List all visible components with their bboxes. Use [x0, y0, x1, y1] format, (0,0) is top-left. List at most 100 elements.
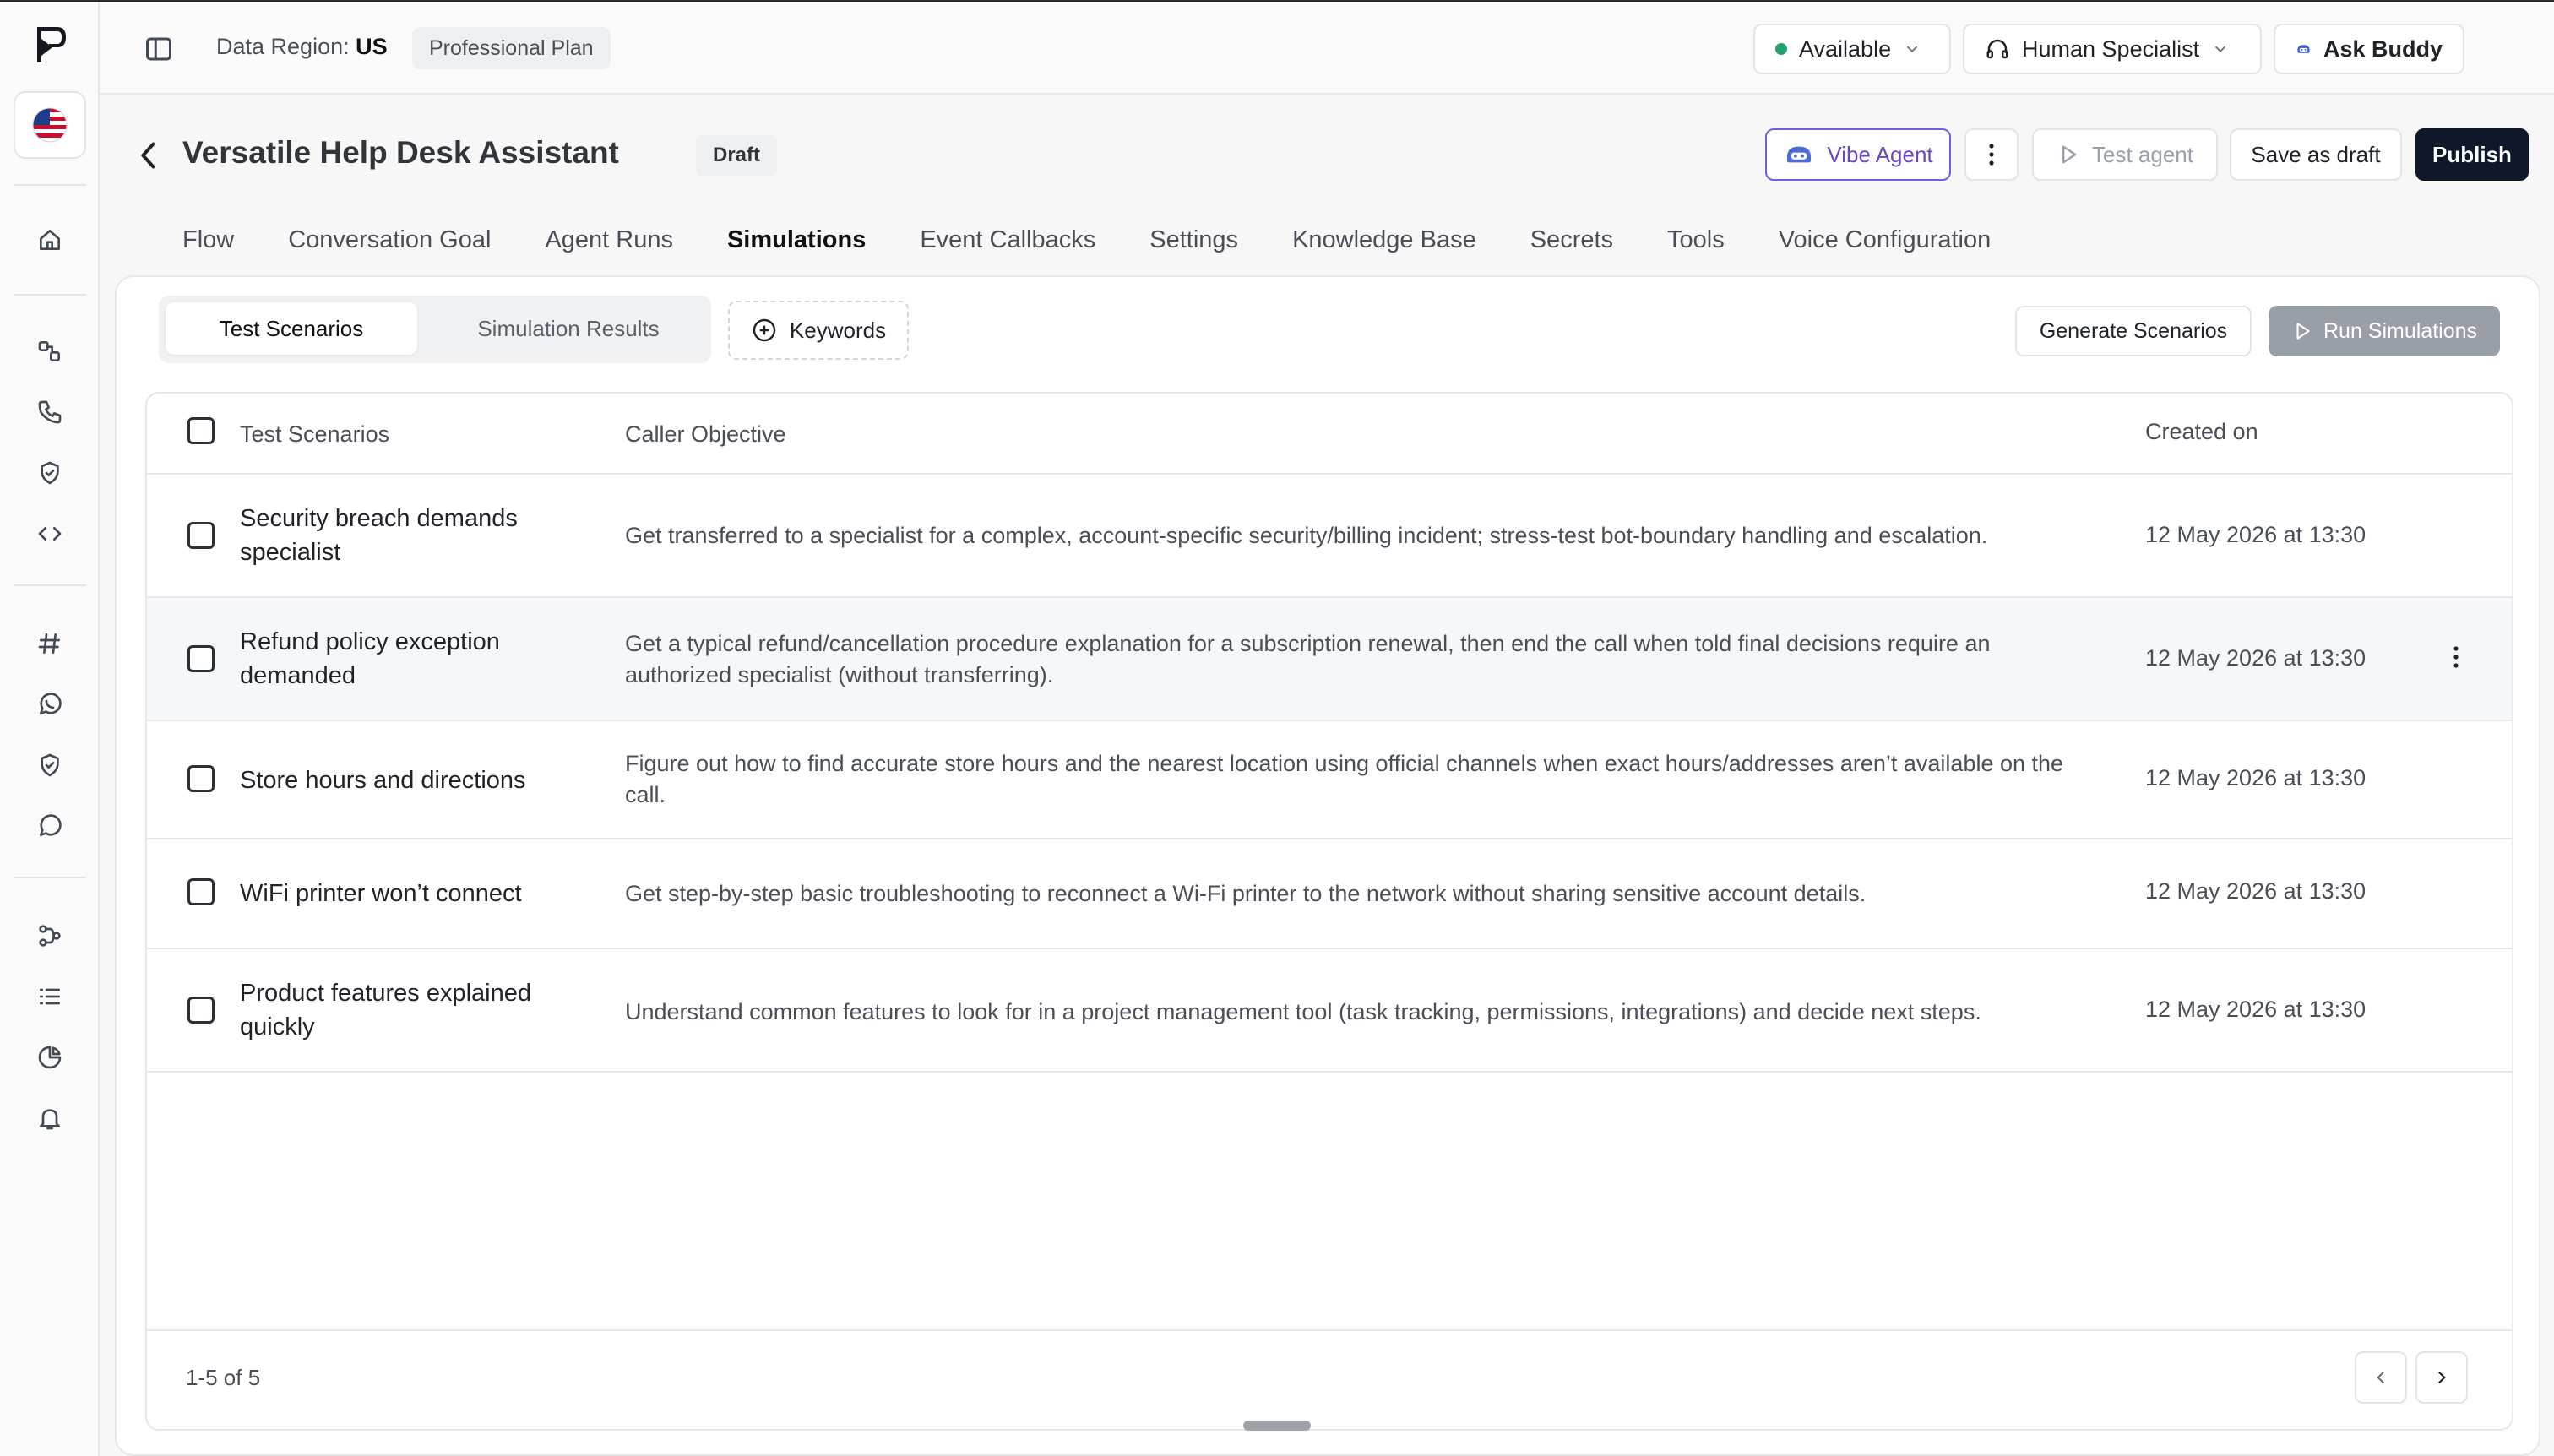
tab-tools[interactable]: Tools: [1667, 226, 1725, 277]
vibe-bot-icon: [1787, 146, 1812, 163]
rail-divider: [14, 877, 86, 878]
row-menu-icon[interactable]: [2453, 645, 2463, 672]
keywords-label: Keywords: [789, 317, 887, 343]
rail-divider: [14, 294, 86, 296]
table-pagination: 1-5 of 5: [147, 1329, 2512, 1429]
logo-icon[interactable]: [32, 24, 69, 66]
created-on: 12 May 2026 at 13:30: [2145, 997, 2367, 1022]
tab-event-callbacks[interactable]: Event Callbacks: [920, 226, 1095, 277]
back-arrow-icon[interactable]: [135, 139, 162, 172]
vibe-agent-button[interactable]: Vibe Agent: [1765, 128, 1951, 181]
scenario-name: Security breach demands specialist: [240, 505, 518, 566]
bell-icon[interactable]: [33, 1101, 67, 1135]
tab-agent-runs[interactable]: Agent Runs: [545, 226, 673, 277]
chevron-down-icon: [2214, 46, 2226, 53]
column-header-created-on: Created on: [2145, 419, 2258, 444]
table-row[interactable]: Refund policy exception demanded Get a t…: [147, 598, 2512, 721]
table-row[interactable]: Store hours and directions Figure out ho…: [147, 721, 2512, 839]
rail-divider: [14, 584, 86, 586]
select-all-checkbox[interactable]: [187, 417, 215, 444]
home-icon[interactable]: [33, 223, 67, 257]
buddy-bot-icon: [2297, 45, 2310, 53]
table-row[interactable]: Security breach demands specialist Get t…: [147, 475, 2512, 598]
pie-chart-icon[interactable]: [33, 1040, 67, 1074]
draft-status-badge: Draft: [696, 135, 778, 176]
scenario-name: Store hours and directions: [240, 767, 526, 794]
row-checkbox[interactable]: [187, 878, 215, 905]
table-row[interactable]: Product features explained quickly Under…: [147, 949, 2512, 1073]
data-region-label: Data Region:: [216, 34, 350, 59]
save-as-draft-button[interactable]: Save as draft: [2230, 128, 2402, 181]
created-on: 12 May 2026 at 13:30: [2145, 522, 2367, 547]
kebab-menu-icon: [1989, 144, 1994, 166]
ask-buddy-button[interactable]: Ask Buddy: [2274, 24, 2464, 74]
simulations-panel: Test Scenarios Simulation Results Keywor…: [115, 275, 2540, 1456]
pagination-range: 1-5 of 5: [186, 1365, 261, 1390]
play-icon: [2062, 145, 2077, 164]
chevron-right-icon: [2437, 1371, 2446, 1384]
vibe-agent-label: Vibe Agent: [1827, 141, 1933, 167]
us-flag-icon[interactable]: [14, 91, 86, 159]
play-icon: [2296, 323, 2310, 340]
flow-icon[interactable]: [33, 334, 67, 368]
plus-circle-icon: [753, 318, 776, 342]
test-agent-label: Test agent: [2092, 141, 2193, 167]
caller-objective: Understand common features to look for i…: [625, 999, 1981, 1024]
panel-resize-handle[interactable]: [1243, 1421, 1311, 1431]
simulation-results-tab[interactable]: Simulation Results: [434, 302, 703, 355]
created-on: 12 May 2026 at 13:30: [2145, 878, 2367, 904]
tab-simulations[interactable]: Simulations: [725, 226, 882, 279]
chevron-left-icon: [2377, 1371, 2385, 1384]
availability-dropdown[interactable]: Available: [1753, 24, 1951, 74]
generate-scenarios-button[interactable]: Generate Scenarios: [2015, 306, 2252, 356]
hash-icon[interactable]: [33, 627, 67, 660]
scenario-name: Product features explained quickly: [240, 980, 531, 1040]
sidebar-toggle-icon[interactable]: [144, 34, 174, 64]
table-row[interactable]: WiFi printer won’t connect Get step-by-s…: [147, 839, 2512, 949]
phone-icon[interactable]: [33, 395, 67, 429]
next-page-button[interactable]: [2415, 1351, 2468, 1404]
availability-label: Available: [1799, 35, 1892, 62]
agent-title: Versatile Help Desk Assistant: [182, 135, 619, 170]
keywords-button[interactable]: Keywords: [728, 301, 909, 360]
data-region: Data Region: US: [216, 34, 388, 60]
caller-objective: Get step-by-step basic troubleshooting t…: [625, 881, 1867, 906]
run-simulations-label: Run Simulations: [2323, 318, 2478, 343]
whatsapp-icon[interactable]: [33, 687, 67, 721]
workflow-icon[interactable]: [33, 919, 67, 953]
human-specialist-label: Human Specialist: [2022, 35, 2200, 62]
tab-conversation-goal[interactable]: Conversation Goal: [288, 226, 491, 277]
tab-knowledge-base[interactable]: Knowledge Base: [1292, 226, 1476, 277]
chat-icon[interactable]: [33, 809, 67, 843]
row-checkbox[interactable]: [187, 645, 215, 672]
shield-check-icon[interactable]: [33, 748, 67, 782]
test-agent-button[interactable]: Test agent: [2032, 128, 2218, 181]
rail-divider: [14, 184, 86, 186]
column-header-caller-objective: Caller Objective: [625, 421, 786, 447]
row-checkbox[interactable]: [187, 997, 215, 1024]
shield-icon[interactable]: [33, 456, 67, 490]
row-checkbox[interactable]: [187, 522, 215, 549]
tab-secrets[interactable]: Secrets: [1530, 226, 1613, 277]
code-icon[interactable]: [33, 517, 67, 551]
created-on: 12 May 2026 at 13:30: [2145, 645, 2367, 671]
available-status-dot: [1775, 43, 1787, 55]
chevron-down-icon: [1906, 46, 1918, 53]
scenarios-table: Test Scenarios Caller Objective Created …: [145, 392, 2513, 1431]
list-icon[interactable]: [33, 980, 67, 1013]
publish-button[interactable]: Publish: [2415, 128, 2529, 181]
more-options-button[interactable]: [1964, 128, 2019, 181]
data-region-value: US: [356, 34, 388, 59]
previous-page-button[interactable]: [2355, 1351, 2407, 1404]
tab-flow[interactable]: Flow: [182, 226, 234, 277]
headphones-icon: [1986, 39, 2008, 59]
tab-settings[interactable]: Settings: [1149, 226, 1238, 277]
human-specialist-dropdown[interactable]: Human Specialist: [1963, 24, 2262, 74]
top-bar: Data Region: US Professional Plan Availa…: [100, 2, 2554, 95]
row-checkbox[interactable]: [187, 765, 215, 792]
run-simulations-button[interactable]: Run Simulations: [2269, 306, 2500, 356]
tab-voice-configuration[interactable]: Voice Configuration: [1779, 226, 1992, 277]
scenario-name: WiFi printer won’t connect: [240, 880, 522, 907]
caller-objective: Figure out how to find accurate store ho…: [625, 751, 2064, 807]
test-scenarios-tab[interactable]: Test Scenarios: [166, 302, 417, 355]
